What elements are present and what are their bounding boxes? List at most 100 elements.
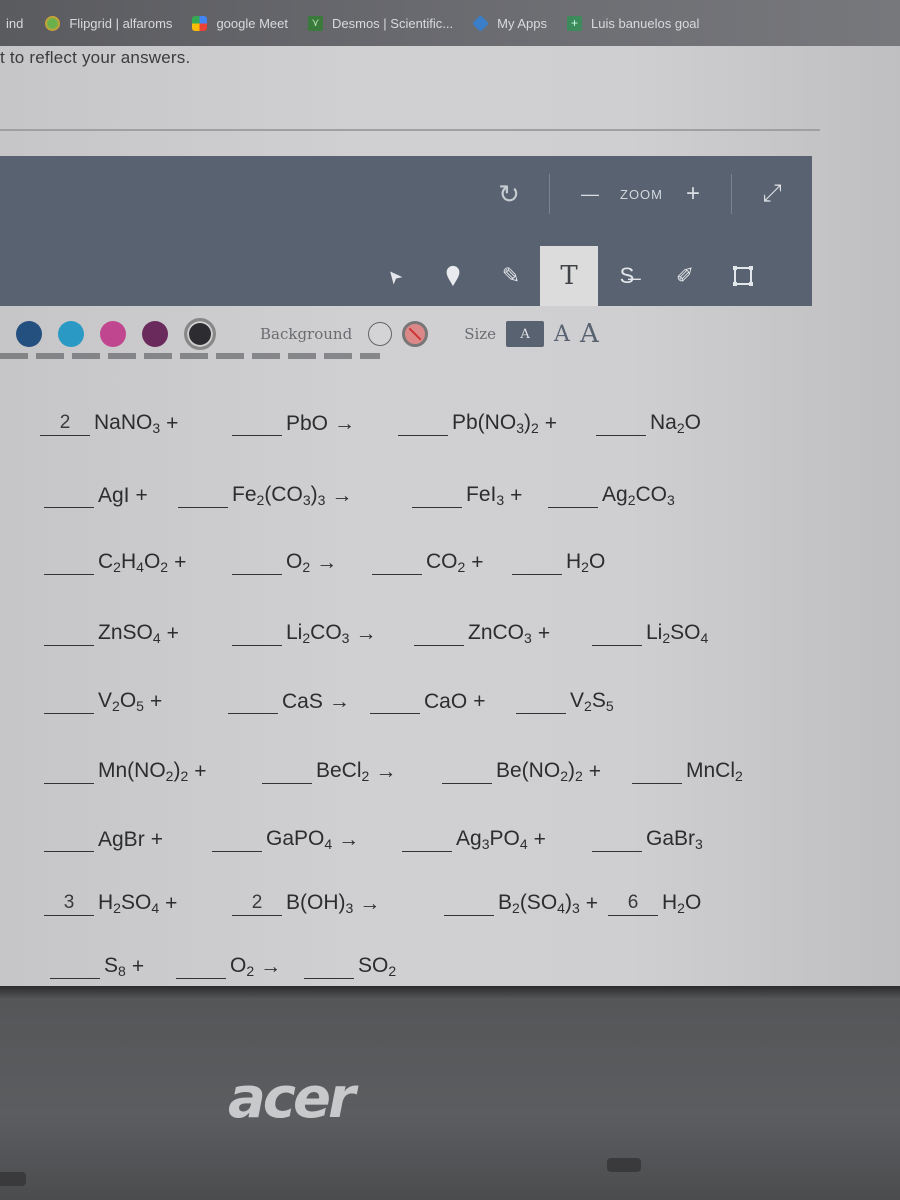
chemical-formula: AgBr: [98, 828, 145, 851]
no-background-icon[interactable]: [402, 321, 429, 347]
coefficient-blank[interactable]: [44, 622, 94, 646]
coefficient-blank[interactable]: [444, 892, 494, 916]
chemical-formula: CO2: [426, 550, 466, 575]
coefficient-blank[interactable]: [262, 760, 312, 784]
equation-term: 6 H2O: [608, 891, 701, 916]
size-large-button[interactable]: A: [580, 319, 599, 349]
chemical-formula: H2O: [662, 891, 702, 916]
bookmark-my-apps[interactable]: My Apps: [472, 14, 547, 32]
chemical-formula: AgI: [98, 484, 130, 507]
coefficient-blank[interactable]: 2: [232, 892, 282, 916]
coefficient-blank[interactable]: [398, 412, 448, 436]
coefficient-blank[interactable]: [412, 484, 462, 508]
bookmark-label: Flipgrid | alfaroms: [69, 15, 173, 31]
marker-tool[interactable]: [424, 246, 482, 306]
chemical-formula: C2H4O2: [98, 550, 169, 575]
coefficient-blank[interactable]: [228, 690, 278, 714]
bookmark-truncated[interactable]: ind: [6, 16, 23, 31]
color-swatch[interactable]: [142, 321, 168, 347]
bezel-slot: [607, 1158, 641, 1172]
strikethrough-tool[interactable]: S̶: [598, 246, 656, 306]
color-swatch[interactable]: [16, 321, 42, 347]
plus-sign: +: [194, 760, 207, 783]
bookmark-desmos[interactable]: ⋎ Desmos | Scientific...: [308, 15, 453, 31]
coefficient-blank[interactable]: 6: [608, 892, 658, 916]
chemical-formula: Mn(NO2)2: [98, 759, 189, 784]
coefficient-blank[interactable]: [592, 622, 642, 646]
equation-term: Ag2CO3: [548, 483, 675, 508]
coefficient-blank[interactable]: [44, 551, 94, 575]
plus-sign: +: [471, 551, 484, 574]
coefficient-blank[interactable]: [592, 828, 642, 852]
coefficient-blank[interactable]: 2: [40, 412, 90, 436]
chemical-formula: CaS: [282, 690, 323, 713]
coefficient-blank[interactable]: [212, 828, 262, 852]
yields-arrow-icon: →: [316, 551, 338, 574]
color-swatch[interactable]: [58, 321, 84, 347]
coefficient-blank[interactable]: [596, 412, 646, 436]
equation-term: CaO +: [370, 690, 485, 714]
shape-tool[interactable]: [714, 246, 772, 306]
bookmark-google-meet[interactable]: google Meet: [192, 15, 288, 31]
coefficient-blank[interactable]: [178, 484, 228, 508]
chemical-formula: Li2CO3: [286, 621, 350, 646]
equation-term: Li2SO4: [592, 621, 708, 646]
chemical-formula: GaPO4: [266, 827, 333, 852]
coefficient-blank[interactable]: [176, 955, 226, 979]
apps-icon: [472, 14, 490, 32]
highlighter-tool[interactable]: ✐: [656, 246, 714, 306]
chemical-formula: H2O: [566, 550, 606, 575]
chemical-formula: NaNO3: [94, 411, 161, 436]
chemical-formula: FeI3: [466, 483, 505, 508]
expand-icon[interactable]: ⤢: [732, 180, 812, 208]
coefficient-blank[interactable]: 3: [44, 892, 94, 916]
coefficient-blank[interactable]: [232, 551, 282, 575]
coefficient-blank[interactable]: [44, 484, 94, 508]
bookmark-flipgrid[interactable]: Flipgrid | alfaroms: [45, 15, 173, 31]
coefficient-blank[interactable]: [44, 828, 94, 852]
coefficient-blank[interactable]: [44, 760, 94, 784]
bookmark-label: ind: [6, 15, 24, 31]
color-swatch-selected[interactable]: [184, 318, 216, 350]
plus-sign: +: [510, 484, 523, 507]
coefficient-blank[interactable]: [632, 760, 682, 784]
coefficient-blank[interactable]: [232, 412, 282, 436]
size-label: Size: [464, 325, 497, 343]
coefficient-blank[interactable]: [50, 955, 100, 979]
coefficient-blank[interactable]: [304, 955, 354, 979]
select-tool[interactable]: ➤: [366, 246, 424, 306]
color-swatch[interactable]: [100, 321, 126, 347]
plus-sign: +: [533, 828, 546, 851]
yields-arrow-icon: →: [331, 484, 353, 507]
coefficient-blank[interactable]: [414, 622, 464, 646]
chemical-formula: Ag3PO4: [456, 827, 528, 852]
coefficient-blank[interactable]: [232, 622, 282, 646]
coefficient-blank[interactable]: [44, 690, 94, 714]
coefficient-blank[interactable]: [402, 828, 452, 852]
coefficient-blank[interactable]: [516, 690, 566, 714]
coefficient-blank[interactable]: [548, 484, 598, 508]
pen-tool[interactable]: ✎: [482, 246, 540, 306]
equation-term: Na2O: [596, 411, 701, 436]
zoom-in-button[interactable]: +: [673, 180, 713, 208]
chemical-formula: V2O5: [98, 689, 144, 714]
coefficient-blank[interactable]: [370, 690, 420, 714]
text-tool[interactable]: T: [540, 246, 598, 306]
chemical-formula: CaO: [424, 690, 468, 713]
size-small-button[interactable]: A: [506, 321, 545, 347]
pen-icon: ✎: [501, 263, 521, 288]
coefficient-blank[interactable]: [372, 551, 422, 575]
chemical-formula: ZnCO3: [468, 621, 532, 646]
bookmark-luis-goal[interactable]: + Luis banuelos goal: [567, 15, 699, 31]
coefficient-blank[interactable]: [442, 760, 492, 784]
map-pin-icon: [446, 265, 460, 287]
equation-term: O2 →: [176, 954, 281, 979]
size-medium-button[interactable]: A: [554, 322, 570, 347]
chemical-formula: B(OH)3: [286, 891, 354, 916]
equation-term: V2S5: [516, 689, 614, 714]
coefficient-blank[interactable]: [512, 551, 562, 575]
background-white-option[interactable]: [368, 322, 393, 346]
reset-icon[interactable]: ↻: [491, 179, 527, 210]
chemical-formula: V2S5: [570, 689, 614, 714]
zoom-out-button[interactable]: —: [570, 184, 610, 205]
